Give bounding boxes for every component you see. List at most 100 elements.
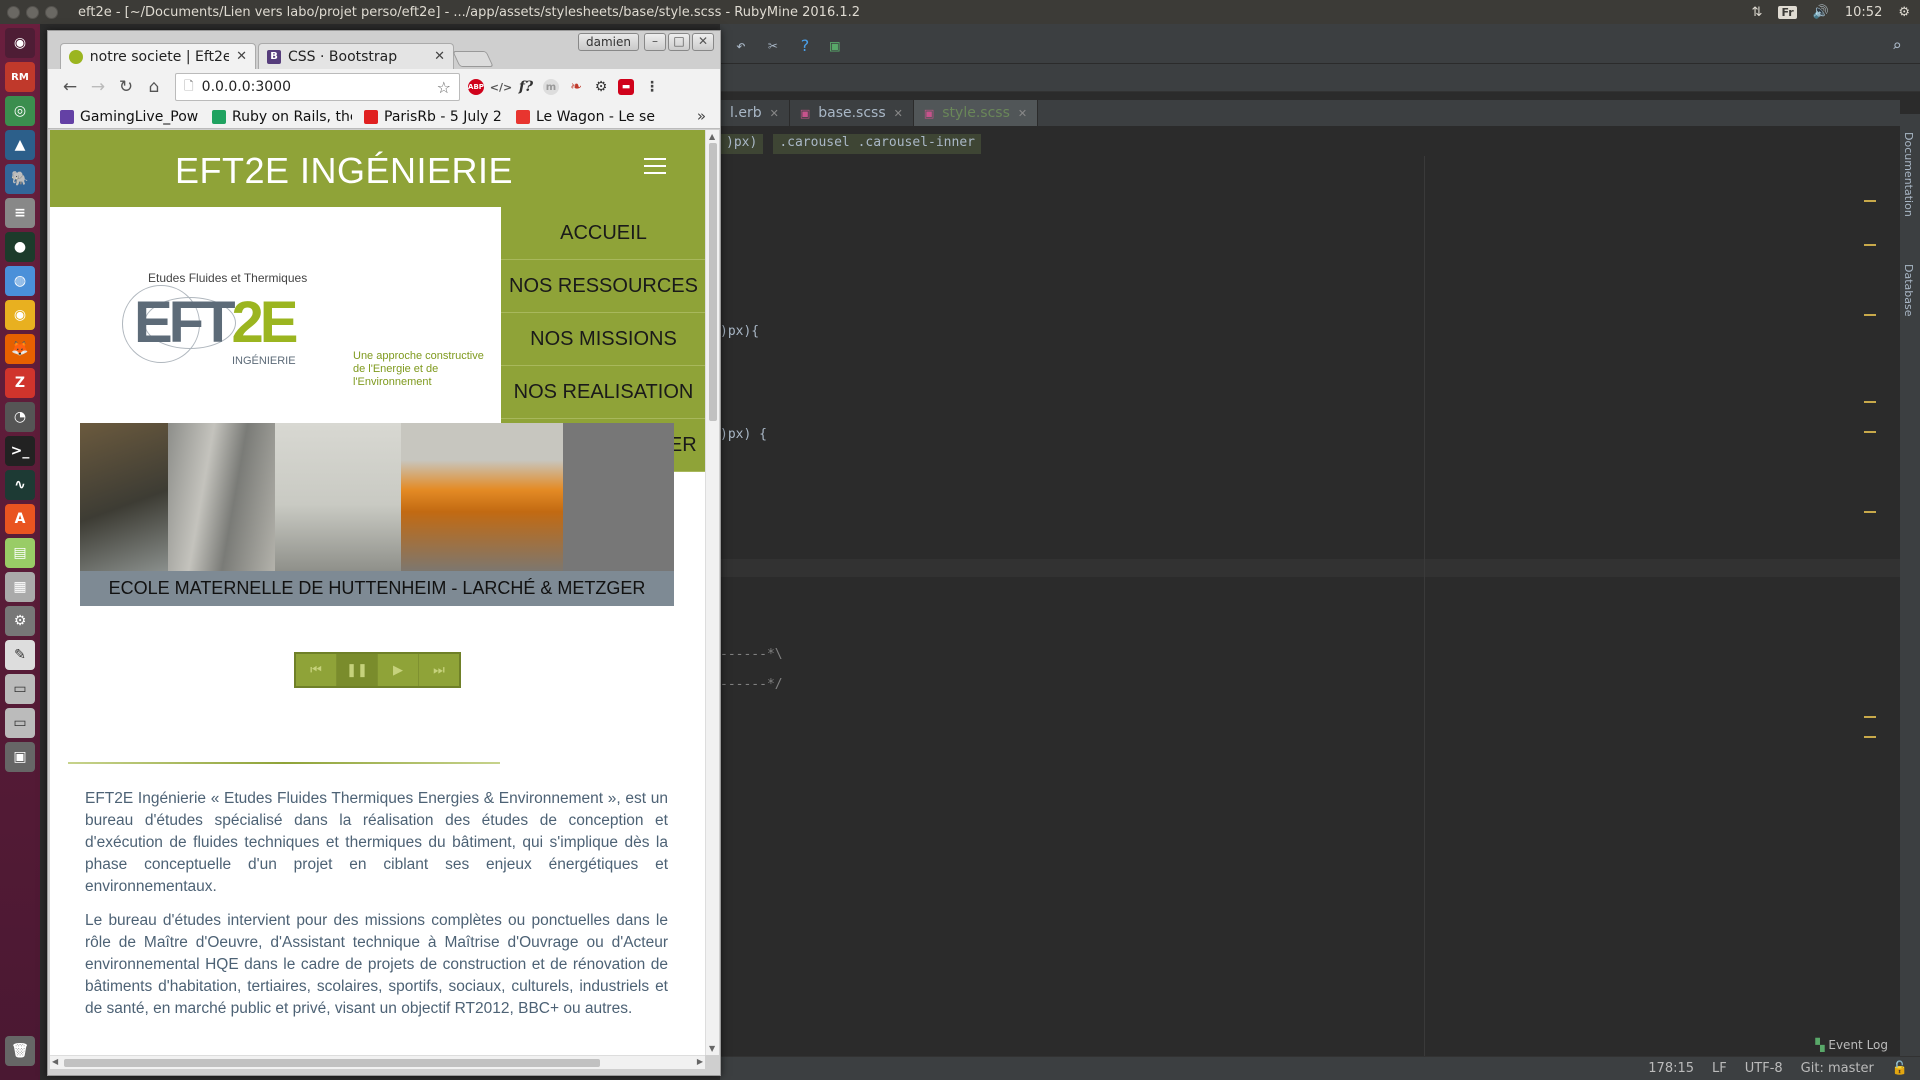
app-launcher-icon[interactable]: ▲ — [5, 130, 35, 160]
bookmark-item[interactable]: Le Wagon - Le se — [516, 109, 656, 125]
close-tab-icon[interactable]: ✕ — [770, 107, 779, 120]
minimize-window-button[interactable] — [26, 5, 39, 19]
browser-tab-active[interactable]: notre societe | Eft2e ✕ — [60, 43, 256, 69]
breadcrumb-item[interactable]: .carousel .carousel-inner — [773, 134, 981, 154]
app-launcher-icon[interactable]: ▦ — [5, 572, 35, 602]
bookmark-star-icon[interactable]: ☆ — [437, 78, 451, 97]
app-launcher-icon[interactable]: ▤ — [5, 538, 35, 568]
nav-item-missions[interactable]: NOS MISSIONS — [501, 313, 705, 366]
caret-position[interactable]: 178:15 — [1648, 1061, 1694, 1076]
carousel-first-button[interactable]: ⏮ — [296, 654, 337, 686]
editor-tab-active[interactable]: ▣ style.scss ✕ — [913, 100, 1039, 126]
fonts-extension-icon[interactable]: f? — [518, 79, 534, 95]
error-stripe-mark[interactable] — [1864, 431, 1876, 433]
dash-icon[interactable]: ◉ — [5, 28, 35, 58]
documentation-tool-tab[interactable]: Documentation — [1902, 132, 1915, 217]
error-stripe-mark[interactable] — [1864, 200, 1876, 202]
back-button[interactable]: ← — [56, 73, 84, 101]
scroll-left-arrow-icon[interactable]: ◀ — [52, 1057, 58, 1066]
software-center-launcher-icon[interactable]: A — [5, 504, 35, 534]
close-tab-icon[interactable]: ✕ — [236, 49, 247, 64]
app-launcher-icon[interactable]: ◎ — [5, 96, 35, 126]
app-launcher-icon[interactable]: ◔ — [5, 402, 35, 432]
nav-item-realisation[interactable]: NOS REALISATION — [501, 366, 705, 419]
site-title[interactable]: EFT2E INGÉNIERIE — [175, 150, 513, 192]
system-settings-launcher-icon[interactable]: ⚙ — [5, 606, 35, 636]
error-stripe-mark[interactable] — [1864, 314, 1876, 316]
chromium-launcher-icon[interactable]: ◍ — [5, 266, 35, 296]
search-everywhere-icon[interactable]: ⌕ — [1892, 36, 1902, 55]
editor-tab[interactable]: ▣ base.scss ✕ — [790, 100, 914, 126]
file-encoding[interactable]: UTF-8 — [1745, 1061, 1783, 1076]
new-tab-button[interactable] — [452, 51, 494, 67]
app-launcher-icon[interactable]: ● — [5, 232, 35, 262]
postgres-launcher-icon[interactable]: 🐘 — [5, 164, 35, 194]
close-tab-icon[interactable]: ✕ — [894, 107, 903, 120]
event-log-button[interactable]: ▚ Event Log — [1815, 1038, 1888, 1052]
vertical-scroll-thumb[interactable] — [709, 143, 717, 421]
maximize-window-button[interactable]: □ — [668, 33, 690, 51]
scroll-down-arrow-icon[interactable]: ▼ — [709, 1044, 715, 1053]
chrome-menu-icon[interactable]: ⋮ — [644, 79, 660, 95]
bookmark-item[interactable]: GamingLive_Pow — [60, 109, 200, 125]
network-icon[interactable]: ⇅ — [1752, 5, 1763, 20]
database-tool-tab[interactable]: Database — [1902, 264, 1915, 317]
breadcrumb-item[interactable]: )px) — [720, 134, 764, 154]
nav-item-ressources[interactable]: NOS RESSOURCES — [501, 260, 705, 313]
bookmarks-overflow-button[interactable]: » — [697, 107, 706, 125]
database-launcher-icon[interactable]: ≡ — [5, 198, 35, 228]
minimize-window-button[interactable]: – — [644, 33, 666, 51]
code-editor[interactable]: )px){ )px) { ------*\ ------*/ — [720, 156, 1900, 1056]
nav-item-accueil[interactable]: ACCUEIL — [501, 207, 705, 260]
clock[interactable]: 10:52 — [1845, 5, 1882, 20]
trash-icon[interactable]: 🗑 — [5, 1036, 35, 1066]
carousel-pause-button[interactable]: ❚❚ — [337, 654, 378, 686]
maximize-window-button[interactable] — [45, 5, 58, 19]
settings-gear-icon[interactable]: ⚙ — [1898, 5, 1910, 20]
page-info-icon[interactable]: 🗋 — [184, 77, 194, 98]
error-stripe-mark[interactable] — [1864, 244, 1876, 246]
rubymine-launcher-icon[interactable]: RM — [5, 62, 35, 92]
forward-button[interactable]: → — [84, 73, 112, 101]
extension-icon[interactable]: m — [543, 79, 559, 95]
editor-tab[interactable]: l.erb ✕ — [720, 100, 790, 126]
rails-extension-icon[interactable]: ❧ — [568, 79, 584, 95]
drive-launcher-icon[interactable]: ▭ — [5, 708, 35, 738]
vertical-scrollbar[interactable]: ▲ ▼ — [705, 130, 719, 1055]
close-window-button[interactable]: ✕ — [692, 33, 714, 51]
close-tab-icon[interactable]: ✕ — [1018, 107, 1027, 120]
error-stripe-mark[interactable] — [1864, 716, 1876, 718]
close-window-button[interactable] — [7, 5, 20, 19]
settings-extension-icon[interactable]: ⚙ — [593, 79, 609, 95]
address-bar[interactable]: 🗋 0.0.0.0:3000 ☆ — [175, 73, 460, 101]
company-logo[interactable]: Etudes Fluides et Thermiques EFT2E INGÉN… — [122, 267, 504, 395]
devtools-extension-icon[interactable]: </> — [490, 79, 512, 95]
browser-tab[interactable]: B CSS · Bootstrap ✕ — [258, 43, 454, 69]
undo-icon[interactable]: ↶ — [736, 36, 746, 55]
line-separator[interactable]: LF — [1712, 1061, 1727, 1076]
bookmark-item[interactable]: Ruby on Rails, the — [212, 109, 352, 125]
home-button[interactable]: ⌂ — [140, 73, 168, 101]
horizontal-scroll-thumb[interactable] — [64, 1059, 600, 1067]
firefox-launcher-icon[interactable]: 🦊 — [5, 334, 35, 364]
hamburger-menu-icon[interactable] — [644, 158, 666, 174]
bookmark-item[interactable]: ParisRb - 5 July 2 — [364, 109, 504, 125]
profile-button[interactable]: damien — [578, 33, 639, 51]
reload-button[interactable]: ↻ — [112, 73, 140, 101]
workspace-switcher-icon[interactable]: ▣ — [5, 742, 35, 772]
git-branch[interactable]: Git: master — [1801, 1061, 1874, 1076]
extension-icon[interactable]: ▬ — [618, 79, 634, 95]
adblock-extension-icon[interactable]: ABP — [468, 79, 484, 95]
text-editor-launcher-icon[interactable]: ✎ — [5, 640, 35, 670]
terminal-launcher-icon[interactable]: >_ — [5, 436, 35, 466]
project-carousel[interactable]: ECOLE MATERNELLE DE HUTTENHEIM - LARCHÉ … — [80, 423, 674, 606]
system-monitor-launcher-icon[interactable]: ∿ — [5, 470, 35, 500]
error-stripe-mark[interactable] — [1864, 736, 1876, 738]
chrome-launcher-icon[interactable]: ◉ — [5, 300, 35, 330]
error-stripe-mark[interactable] — [1864, 401, 1876, 403]
settings-icon[interactable]: ✂ — [768, 36, 778, 55]
error-stripe-mark[interactable] — [1864, 511, 1876, 513]
help-icon[interactable]: ? — [800, 36, 810, 55]
carousel-play-button[interactable]: ▶ — [378, 654, 419, 686]
volume-icon[interactable]: 🔊 — [1813, 5, 1829, 20]
